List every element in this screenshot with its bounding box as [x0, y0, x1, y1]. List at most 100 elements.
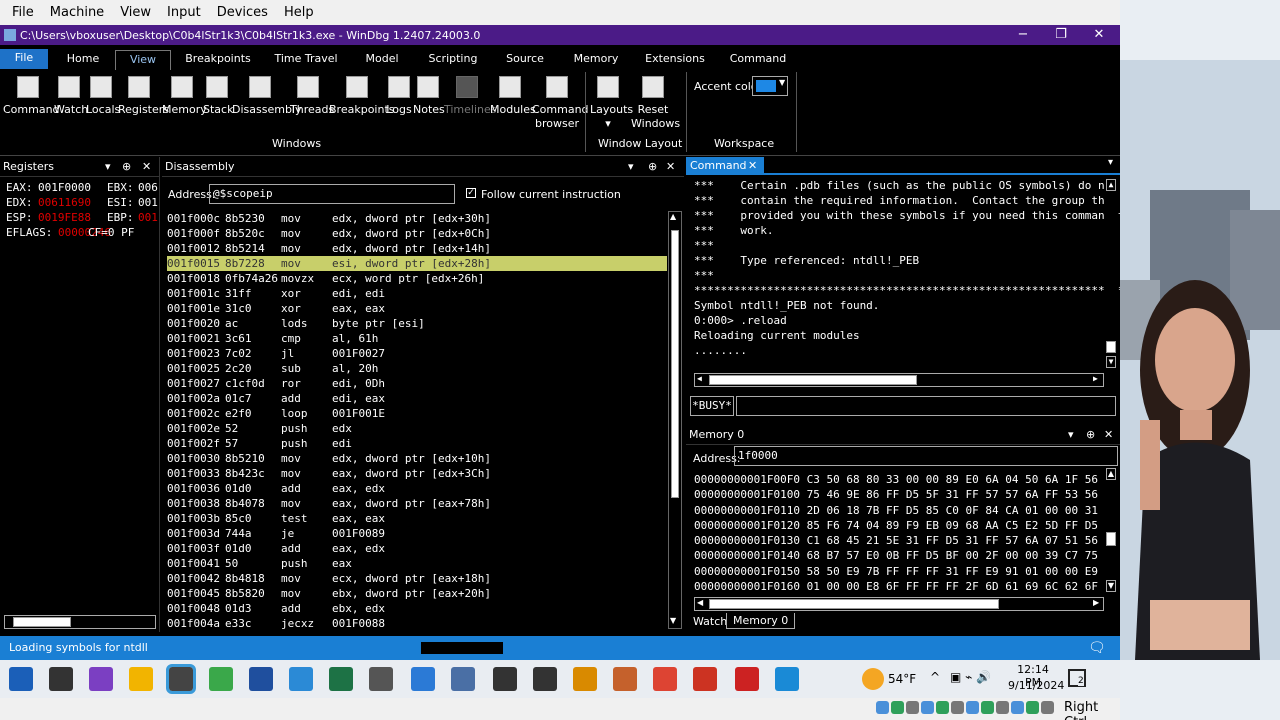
vbox-device-icon[interactable]	[996, 701, 1009, 714]
pin-icon[interactable]: ⊕	[648, 157, 657, 177]
pin-icon[interactable]: ⊕	[1086, 425, 1095, 445]
ribbon-stack-button[interactable]: Stack	[203, 76, 233, 117]
vbox-device-icon[interactable]	[981, 701, 994, 714]
ribbon-disassembly-button[interactable]: Disassembly	[232, 76, 302, 117]
memory-vscroll[interactable]: ▲ ▼	[1104, 468, 1118, 596]
layouts-button[interactable]: Layouts ▾	[590, 76, 633, 131]
tab-view[interactable]: View	[115, 50, 171, 70]
weather-icon[interactable]	[862, 668, 884, 690]
register-value[interactable]: 006	[138, 181, 158, 194]
file-explorer-icon[interactable]	[129, 667, 153, 691]
copy-icon[interactable]	[493, 667, 517, 691]
disassembly-line[interactable]: 001f0041 50 push eax	[167, 556, 667, 571]
vbox-device-icon[interactable]	[906, 701, 919, 714]
disassembly-line[interactable]: 001f0030 8b5210 mov edx, dword ptr [edx+10h…	[167, 451, 667, 466]
tab-scripting[interactable]: Scripting	[420, 50, 486, 70]
disassembly-line[interactable]: 001f004a e33c jecxz 001F0088	[167, 616, 667, 631]
disassembly-line[interactable]: 001f0015 8b7228 mov esi, dword ptr [edx+28h…	[167, 256, 667, 271]
scroll-down-icon[interactable]: ▼	[670, 616, 680, 625]
vbox-menu-input[interactable]: Input	[159, 5, 209, 20]
memory-0-tab[interactable]: Memory 0	[726, 613, 796, 629]
disassembly-line[interactable]: 001f0042 8b4818 mov ecx, dword ptr [eax+18h…	[167, 571, 667, 586]
memory-address-input[interactable]: 1f0000	[734, 446, 1118, 466]
minimize-button[interactable]: −	[1004, 25, 1042, 45]
disassembly-line[interactable]: 001f002a 01c7 add edi, eax	[167, 391, 667, 406]
disassembly-line[interactable]: 001f0018 0fb74a26 movzx ecx, word ptr [edx+…	[167, 271, 667, 286]
pane-menu-icon[interactable]: ▾	[1068, 425, 1074, 445]
chrome-icon[interactable]	[653, 667, 677, 691]
disassembly-line[interactable]: 001f0027 c1cf0d ror edi, 0Dh	[167, 376, 667, 391]
close-icon[interactable]: ✕	[1104, 425, 1113, 445]
memory-hscroll[interactable]: ◀ ▶	[694, 597, 1104, 611]
command-vscroll[interactable]: ▲ ▼	[1104, 179, 1118, 372]
vbox-device-icon[interactable]	[876, 701, 889, 714]
disassembly-line[interactable]: 001f0023 7c02 jl 001F0027	[167, 346, 667, 361]
follow-checkbox[interactable]: ✓	[466, 188, 476, 198]
command-input[interactable]	[736, 396, 1116, 416]
scroll-up-icon[interactable]: ▲	[670, 212, 680, 221]
vbox-menu-file[interactable]: File	[4, 5, 42, 20]
disassembly-line[interactable]: 001f0021 3c61 cmp al, 61h	[167, 331, 667, 346]
vbox-device-icon[interactable]	[1041, 701, 1054, 714]
tab-model[interactable]: Model	[356, 50, 408, 70]
disassembly-line[interactable]: 001f0038 8b4078 mov eax, dword ptr [eax+78h…	[167, 496, 667, 511]
vbox-menu-help[interactable]: Help	[276, 5, 322, 20]
todo-icon[interactable]	[411, 667, 435, 691]
tab-file[interactable]: File	[0, 49, 48, 69]
vbox-device-icon[interactable]	[891, 701, 904, 714]
ribbon-registers-button[interactable]: Registers	[118, 76, 169, 117]
tray-chevron-icon[interactable]: ^	[930, 670, 940, 684]
tab-time-travel[interactable]: Time Travel	[268, 50, 344, 70]
scroll-up-icon[interactable]: ▲	[1106, 179, 1116, 191]
scroll-left-icon[interactable]: ◀	[697, 374, 702, 383]
disassembly-address-input[interactable]: @$scopeip	[209, 184, 455, 204]
ribbon-command-browser-button[interactable]: Command browser	[532, 76, 589, 131]
ribbon-notes-button[interactable]: Notes	[413, 76, 445, 117]
ribbon-command-button[interactable]: Command	[3, 76, 60, 117]
excel-icon[interactable]	[329, 667, 353, 691]
command-tab[interactable]: Command ✕	[686, 157, 764, 175]
reset-windows-button[interactable]: Reset Windows	[630, 76, 680, 131]
scroll-thumb[interactable]	[1106, 532, 1116, 546]
vbox-device-icon[interactable]	[951, 701, 964, 714]
ribbon-threads-button[interactable]: Threads	[290, 76, 334, 117]
tool-icon[interactable]	[369, 667, 393, 691]
close-icon[interactable]: ✕	[748, 157, 757, 174]
app-red-icon[interactable]	[693, 667, 717, 691]
visual-studio-icon[interactable]	[89, 667, 113, 691]
vbox-device-icon[interactable]	[1026, 701, 1039, 714]
tab-breakpoints[interactable]: Breakpoints	[180, 50, 256, 70]
de-icon[interactable]	[573, 667, 597, 691]
disassembly-line[interactable]: 001f0036 01d0 add eax, edx	[167, 481, 667, 496]
watch-tab[interactable]: Watch	[690, 615, 730, 628]
disassembly-line[interactable]: 001f001c 31ff xor edi, edi	[167, 286, 667, 301]
scroll-right-icon[interactable]: ▶	[1093, 598, 1099, 607]
app-icon[interactable]	[289, 667, 313, 691]
ribbon-breakpoints-button[interactable]: Breakpoints	[329, 76, 395, 117]
clock-date[interactable]: 9/11/2024	[1008, 679, 1064, 692]
rh-icon[interactable]	[613, 667, 637, 691]
tray-icons[interactable]: ▣ ⌁ 🔊	[950, 670, 991, 684]
vbox-device-icon[interactable]	[1011, 701, 1024, 714]
ribbon-timelines-button[interactable]: Timelines	[444, 76, 497, 117]
disassembly-line[interactable]: 001f003f 01d0 add eax, edx	[167, 541, 667, 556]
close-button[interactable]: ✕	[1080, 25, 1118, 45]
disassembly-line[interactable]: 001f003d 744a je 001F0089	[167, 526, 667, 541]
scroll-thumb[interactable]	[709, 599, 999, 609]
scroll-down-icon[interactable]: ▼	[1106, 580, 1116, 592]
register-value[interactable]: 0019FE88	[38, 211, 91, 224]
tab-source[interactable]: Source	[496, 50, 554, 70]
ribbon-locals-button[interactable]: Locals	[86, 76, 120, 117]
task-view-icon[interactable]	[49, 667, 73, 691]
close-icon[interactable]: ✕	[666, 157, 675, 177]
window-icon[interactable]	[533, 667, 557, 691]
monitor-icon[interactable]	[451, 667, 475, 691]
vbox-menu-devices[interactable]: Devices	[209, 5, 276, 20]
disassembly-line[interactable]: 001f001e 31c0 xor eax, eax	[167, 301, 667, 316]
vbox-device-icon[interactable]	[936, 701, 949, 714]
tab-extensions[interactable]: Extensions	[638, 50, 712, 70]
scroll-thumb[interactable]	[709, 375, 917, 385]
register-value[interactable]: 001F0000	[38, 181, 91, 194]
register-value[interactable]: 00611690	[38, 196, 91, 209]
pin-icon[interactable]: ⊕	[122, 157, 131, 177]
